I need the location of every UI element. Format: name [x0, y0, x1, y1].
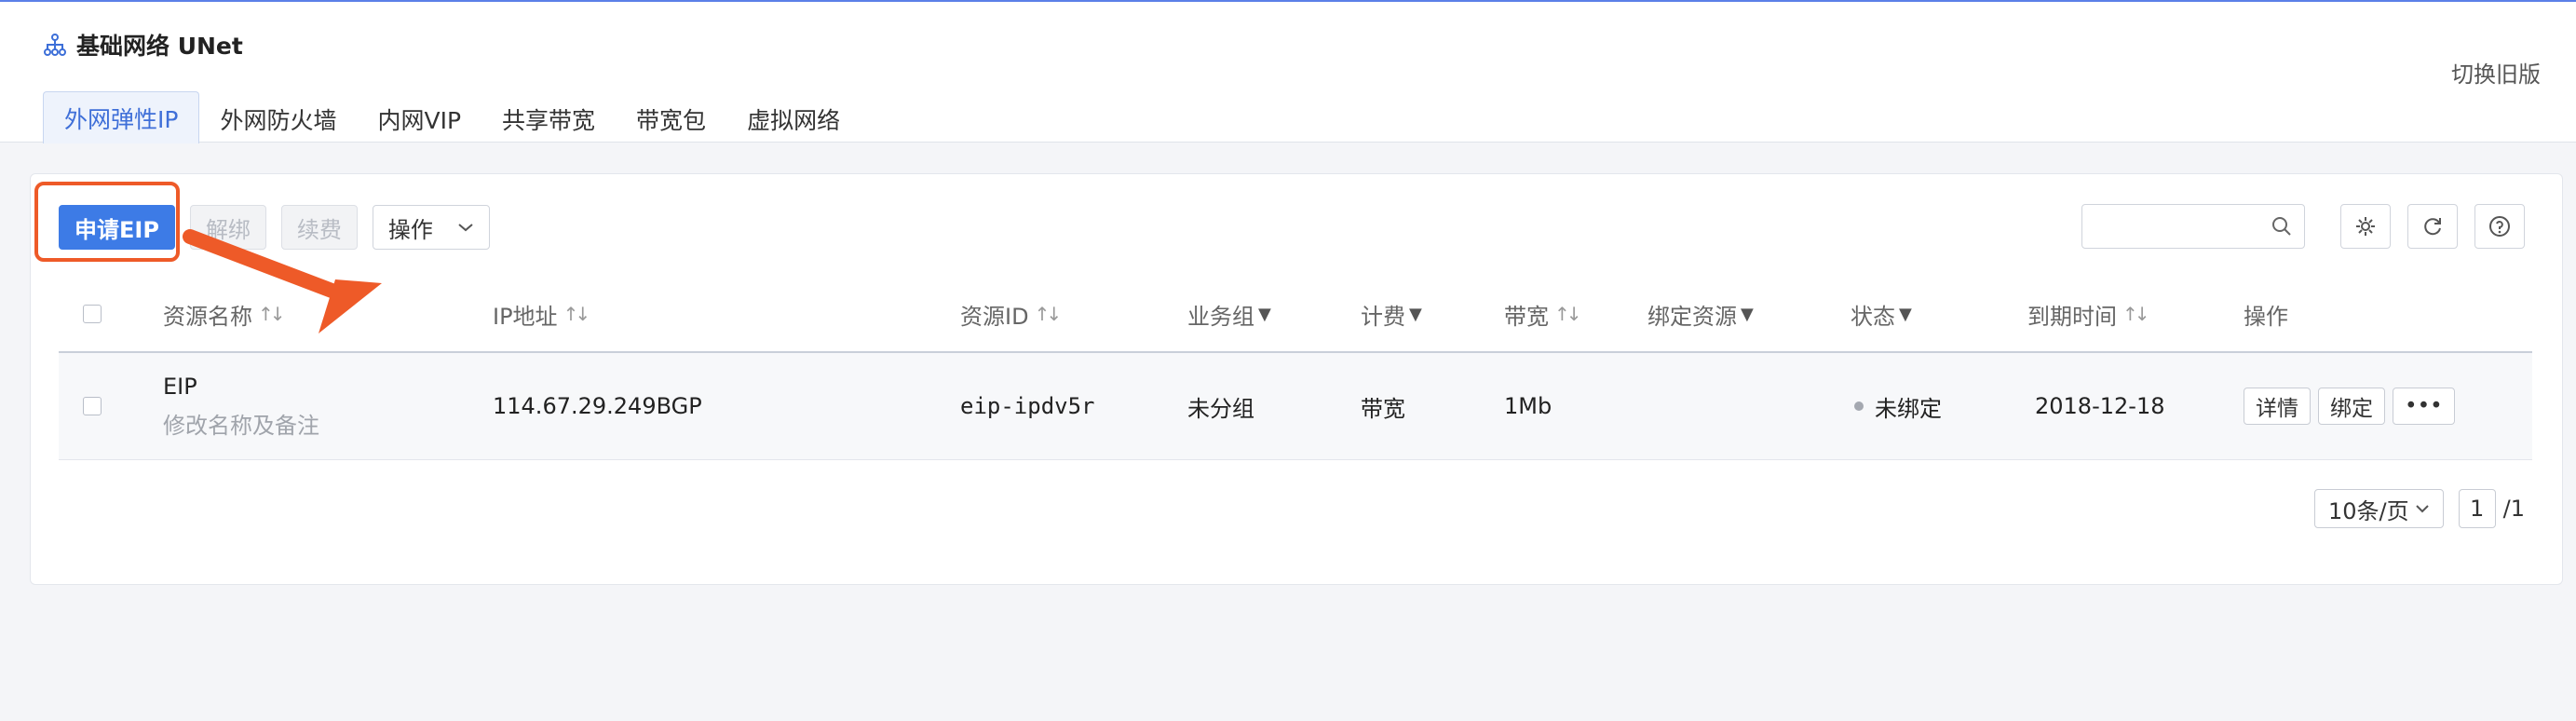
- help-button[interactable]: [2474, 204, 2525, 249]
- unbind-button[interactable]: 解绑: [189, 205, 266, 250]
- row-bandwidth: 1Mb: [1504, 393, 1552, 419]
- select-all-cell: [83, 277, 102, 351]
- operations-dropdown-label: 操作: [387, 216, 433, 243]
- right-tools: [2081, 204, 2525, 249]
- col-resource-id-label: 资源ID: [960, 303, 1029, 330]
- col-bound-resource-label: 绑定资源: [1647, 303, 1737, 330]
- tab-firewall[interactable]: 外网防火墙: [199, 95, 357, 143]
- current-page[interactable]: 1: [2458, 489, 2496, 528]
- row-select-cell: [83, 353, 102, 459]
- col-billing-header[interactable]: 计费 ▼: [1361, 277, 1422, 351]
- gear-icon: [2356, 217, 2375, 236]
- refresh-button[interactable]: [2407, 204, 2458, 249]
- page-title-text: 基础网络 UNet: [76, 33, 243, 60]
- refresh-icon: [2424, 218, 2441, 236]
- page-size-select[interactable]: 10条/页: [2314, 489, 2444, 528]
- page-header: 基础网络 UNet 切换旧版 外网弹性IP 外网防火墙 内网VIP 共享带宽 带…: [0, 2, 2576, 143]
- more-actions-button[interactable]: •••: [2393, 388, 2455, 425]
- sort-icon[interactable]: ↑↓: [1035, 303, 1062, 325]
- filter-icon[interactable]: ▼: [1258, 305, 1271, 324]
- help-icon: [2489, 216, 2510, 237]
- row-name[interactable]: EIP: [163, 374, 197, 400]
- col-business-group-header[interactable]: 业务组 ▼: [1187, 277, 1271, 351]
- network-icon: [44, 34, 66, 56]
- page-size-label: 10条/页: [2328, 497, 2409, 524]
- col-business-group-label: 业务组: [1187, 303, 1254, 330]
- page-title: 基础网络 UNet: [43, 28, 243, 61]
- row-expire: 2018-12-18: [2035, 393, 2165, 419]
- sort-icon[interactable]: ↑↓: [563, 303, 590, 325]
- table-row: EIP 修改名称及备注 114.67.29.249BGP eip-ipdv5r …: [59, 353, 2532, 460]
- row-business-group: 未分组: [1187, 395, 1254, 422]
- tab-eip[interactable]: 外网弹性IP: [43, 91, 200, 143]
- tab-virtual-network[interactable]: 虚拟网络: [726, 95, 861, 143]
- bind-button[interactable]: 绑定: [2318, 388, 2385, 425]
- toolbar: 申请EIP 解绑 续费 操作: [59, 204, 505, 251]
- chevron-down-icon: [458, 224, 473, 232]
- col-expire-label: 到期时间: [2027, 303, 2117, 330]
- col-bound-resource-header[interactable]: 绑定资源 ▼: [1647, 277, 1754, 351]
- row-status-cell: 未绑定: [1854, 353, 1942, 459]
- renew-button[interactable]: 续费: [280, 205, 358, 250]
- col-name-label: 资源名称: [163, 303, 252, 330]
- col-resource-id-header[interactable]: 资源ID ↑↓: [960, 277, 1062, 351]
- col-name-header[interactable]: 资源名称 ↑↓: [163, 277, 285, 351]
- operations-dropdown[interactable]: 操作: [372, 205, 490, 250]
- col-ip-header[interactable]: IP地址 ↑↓: [493, 277, 590, 351]
- switch-old-version-link[interactable]: 切换旧版: [2451, 56, 2541, 88]
- filter-icon[interactable]: ▼: [1741, 305, 1754, 324]
- col-expire-header[interactable]: 到期时间 ↑↓: [2027, 277, 2149, 351]
- tab-bar: 外网弹性IP 外网防火墙 内网VIP 共享带宽 带宽包 虚拟网络: [43, 91, 861, 143]
- row-checkbox[interactable]: [83, 397, 102, 415]
- row-actions-cell: 详情 绑定 •••: [2244, 353, 2462, 459]
- filter-icon[interactable]: ▼: [1409, 305, 1422, 324]
- table-header: 资源名称 ↑↓ IP地址 ↑↓ 资源ID ↑↓ 业务组 ▼ 计费 ▼ 带宽 ↑↓ 绑定资源 ▼…: [59, 277, 2532, 353]
- total-pages: /1: [2502, 496, 2525, 522]
- col-billing-label: 计费: [1361, 303, 1405, 330]
- eip-list-panel: 申请EIP 解绑 续费 操作 资源名称 ↑↓ IP地址 ↑↓ 资源ID ↑↓ 业…: [30, 173, 2563, 585]
- settings-button[interactable]: [2340, 204, 2391, 249]
- sort-icon[interactable]: ↑↓: [1554, 303, 1581, 325]
- row-ip: 114.67.29.249BGP: [493, 393, 702, 419]
- col-status-label: 状态: [1851, 303, 1895, 330]
- col-actions-header: 操作: [2244, 277, 2288, 351]
- row-billing: 带宽: [1361, 395, 1405, 422]
- col-status-header[interactable]: 状态 ▼: [1851, 277, 1912, 351]
- col-ip-label: IP地址: [493, 303, 558, 330]
- tab-shared-bandwidth[interactable]: 共享带宽: [481, 95, 616, 143]
- search-icon: [2272, 217, 2291, 236]
- apply-eip-button[interactable]: 申请EIP: [59, 205, 175, 250]
- tab-bandwidth-package[interactable]: 带宽包: [616, 95, 726, 143]
- row-resource-id: eip-ipdv5r: [960, 393, 1095, 419]
- sort-icon[interactable]: ↑↓: [258, 303, 285, 325]
- pagination: 10条/页 1 /1: [2314, 489, 2525, 528]
- sort-icon[interactable]: ↑↓: [2122, 303, 2149, 325]
- details-button[interactable]: 详情: [2244, 388, 2311, 425]
- col-bandwidth-header[interactable]: 带宽 ↑↓: [1504, 277, 1581, 351]
- tab-vip[interactable]: 内网VIP: [357, 95, 481, 143]
- col-bandwidth-label: 带宽: [1504, 303, 1549, 330]
- search-input[interactable]: [2081, 204, 2305, 249]
- col-actions-label: 操作: [2244, 303, 2288, 330]
- filter-icon[interactable]: ▼: [1899, 305, 1912, 324]
- select-all-checkbox[interactable]: [83, 305, 102, 323]
- row-name-cell: EIP 修改名称及备注: [163, 353, 319, 459]
- row-status: 未绑定: [1875, 395, 1942, 422]
- chevron-down-icon: [2415, 505, 2429, 513]
- edit-name-remark-link[interactable]: 修改名称及备注: [163, 407, 319, 440]
- status-dot-icon: [1854, 401, 1864, 411]
